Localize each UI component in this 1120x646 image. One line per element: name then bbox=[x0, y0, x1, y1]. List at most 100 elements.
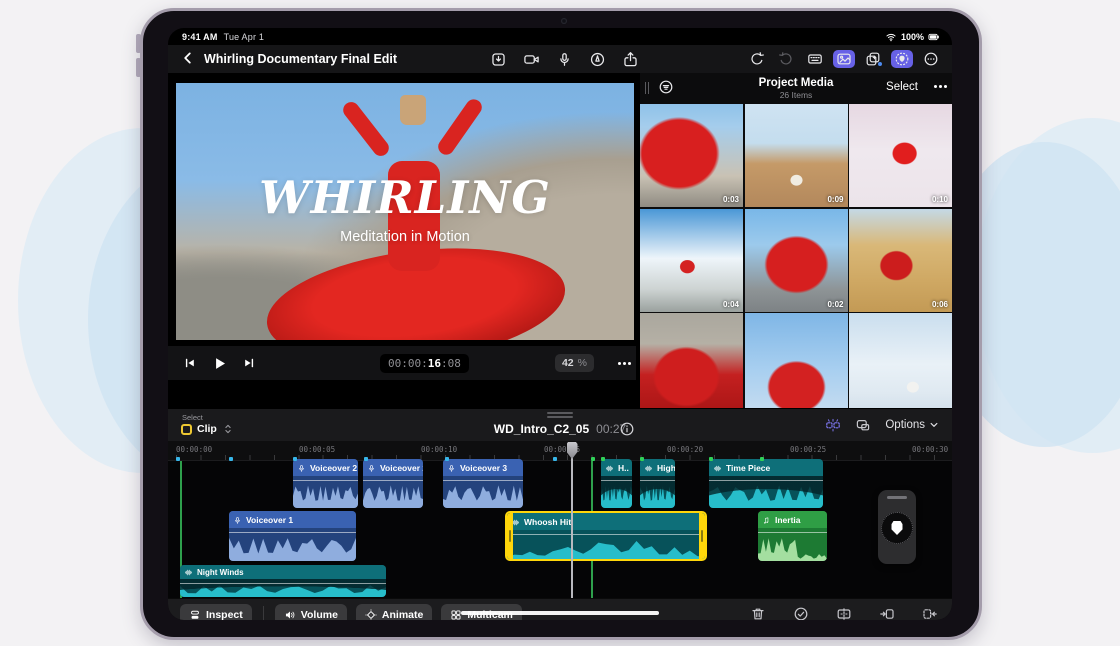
mic-icon[interactable] bbox=[556, 51, 573, 68]
timeline-clip-inertia[interactable]: Inertia bbox=[758, 511, 827, 561]
clip-waveform bbox=[443, 476, 523, 508]
insertL-icon[interactable] bbox=[879, 606, 895, 620]
play-icon[interactable] bbox=[211, 355, 228, 372]
timeline-clip-h-[interactable]: H.. bbox=[601, 459, 632, 508]
clip-duration-badge: 0:04 bbox=[723, 300, 739, 309]
check-icon[interactable] bbox=[793, 606, 809, 620]
trim-handle-right[interactable] bbox=[699, 513, 705, 559]
button-label: Animate bbox=[382, 609, 423, 620]
waveform-shape bbox=[363, 479, 423, 508]
timeline-clip-voiceover-2[interactable]: Voiceover 2 bbox=[293, 459, 358, 508]
jog-wheel-handle[interactable] bbox=[887, 496, 907, 499]
clip-volume-line[interactable] bbox=[293, 480, 358, 481]
clip-volume-line[interactable] bbox=[443, 480, 523, 481]
status-time: 9:41 AM bbox=[182, 32, 218, 42]
timeline-clip-voiceover-2[interactable]: Voiceover 2 bbox=[363, 459, 423, 508]
effects-button[interactable] bbox=[862, 50, 884, 68]
clip-marker bbox=[640, 457, 644, 461]
mic-icon bbox=[297, 464, 306, 473]
status-bar: 9:41 AMTue Apr 1 100% bbox=[168, 28, 952, 45]
media-thumbnail[interactable]: 0:02 bbox=[745, 209, 848, 312]
options-button[interactable]: Options bbox=[885, 419, 940, 431]
jog-wheel-widget[interactable] bbox=[878, 490, 916, 564]
camera-icon[interactable] bbox=[523, 51, 540, 68]
picture-in-picture-icon[interactable] bbox=[855, 417, 871, 433]
animate-button[interactable]: Animate bbox=[356, 604, 432, 620]
jog-wheel-dial[interactable] bbox=[881, 512, 913, 544]
timecode-display[interactable]: 00:00:16:08 bbox=[380, 354, 469, 373]
waveform-shape bbox=[507, 533, 705, 559]
media-thumbnail[interactable]: 0:06 bbox=[849, 209, 952, 312]
clip-volume-line[interactable] bbox=[709, 480, 823, 481]
volume-button[interactable]: Volume bbox=[275, 604, 347, 620]
video-frame[interactable]: WHIRLING Meditation in Motion bbox=[176, 83, 634, 340]
photo-button[interactable] bbox=[833, 50, 855, 68]
trash-icon[interactable] bbox=[750, 606, 766, 620]
note-icon bbox=[762, 516, 771, 525]
timeline[interactable]: 00:00:0000:00:0500:00:1000:00:1500:00:20… bbox=[168, 441, 952, 598]
share-icon[interactable] bbox=[622, 51, 639, 68]
media-thumbnail[interactable]: 0:03 bbox=[640, 104, 743, 207]
more-button[interactable] bbox=[920, 50, 942, 68]
viewer-pane: WHIRLING Meditation in Motion 00:00:16:0… bbox=[168, 73, 636, 408]
timeline-clip-voiceover-1[interactable]: Voiceover 1 bbox=[229, 511, 356, 561]
media-thumbnail[interactable]: 0:10 bbox=[849, 104, 952, 207]
media-thumbnail[interactable] bbox=[745, 313, 848, 408]
battery-icon bbox=[928, 31, 940, 43]
timeline-clip-whoosh-hit[interactable]: Whoosh Hit bbox=[505, 511, 707, 561]
insertR-icon[interactable] bbox=[922, 606, 938, 620]
speaker-icon bbox=[284, 609, 296, 620]
info-icon[interactable] bbox=[619, 421, 635, 437]
import-icon[interactable] bbox=[490, 51, 507, 68]
media-thumbnail[interactable]: 0:04 bbox=[640, 209, 743, 312]
media-more-icon[interactable] bbox=[939, 85, 942, 88]
video-overlay-title: WHIRLING bbox=[176, 171, 634, 224]
clip-volume-line[interactable] bbox=[180, 583, 386, 584]
status-time-date: 9:41 AMTue Apr 1 bbox=[182, 32, 264, 42]
zoom-level-chip[interactable]: 42% bbox=[555, 354, 594, 372]
clip-duration-badge: 0:06 bbox=[932, 300, 948, 309]
clip-volume-line[interactable] bbox=[758, 532, 827, 533]
timeline-ruler[interactable]: 00:00:0000:00:0500:00:1000:00:1500:00:20… bbox=[168, 441, 952, 461]
pencil-icon[interactable] bbox=[589, 51, 606, 68]
skip-forward-icon[interactable] bbox=[241, 355, 257, 371]
waveform-icon bbox=[713, 464, 722, 473]
clip-name-label: Voiceover 3 bbox=[460, 463, 507, 473]
clip-label-band: Inertia bbox=[758, 511, 827, 528]
skip-back-icon[interactable] bbox=[182, 355, 198, 371]
clip-name-label: Voiceover 2 bbox=[310, 463, 357, 473]
clip-volume-line[interactable] bbox=[640, 480, 675, 481]
clip-label-band: Whoosh Hit bbox=[507, 513, 705, 530]
media-thumbnail[interactable]: 0:09 bbox=[745, 104, 848, 207]
undo-button[interactable] bbox=[746, 50, 768, 68]
back-icon[interactable] bbox=[180, 50, 198, 68]
zoom-value: 42 bbox=[562, 357, 574, 369]
magnetic-timeline-icon[interactable] bbox=[825, 417, 841, 433]
jog-button[interactable] bbox=[891, 50, 913, 68]
redo-button[interactable] bbox=[775, 50, 797, 68]
timeline-clip-time-piece[interactable]: Time Piece bbox=[709, 459, 823, 508]
media-thumbnail[interactable] bbox=[849, 313, 952, 408]
timeline-clip-night-winds[interactable]: Night Winds bbox=[180, 565, 386, 597]
home-indicator[interactable] bbox=[461, 611, 659, 616]
timeline-clip-high-[interactable]: High.. bbox=[640, 459, 675, 508]
waveform-shape bbox=[293, 479, 358, 508]
timeline-drag-handle[interactable] bbox=[547, 412, 573, 414]
clip-volume-line[interactable] bbox=[229, 532, 356, 533]
clip-volume-line[interactable] bbox=[601, 480, 632, 481]
keyboard-button[interactable] bbox=[804, 50, 826, 68]
split-icon[interactable] bbox=[836, 606, 852, 620]
media-thumbnail[interactable] bbox=[640, 313, 743, 408]
select-button[interactable]: Select bbox=[886, 81, 918, 93]
trim-handle-left[interactable] bbox=[507, 513, 513, 559]
clip-name-label: Night Winds bbox=[197, 568, 244, 577]
clip-volume-line[interactable] bbox=[363, 480, 423, 481]
playhead-line[interactable] bbox=[571, 454, 573, 598]
clip-waveform bbox=[640, 476, 675, 508]
timeline-clip-voiceover-3[interactable]: Voiceover 3 bbox=[443, 459, 523, 508]
top-toolbar: Whirling Documentary Final Edit bbox=[168, 45, 952, 73]
inspect-button[interactable]: Inspect bbox=[180, 604, 252, 620]
viewer-more-icon[interactable] bbox=[623, 362, 626, 365]
clip-marker bbox=[709, 457, 713, 461]
clip-volume-line[interactable] bbox=[507, 534, 705, 535]
